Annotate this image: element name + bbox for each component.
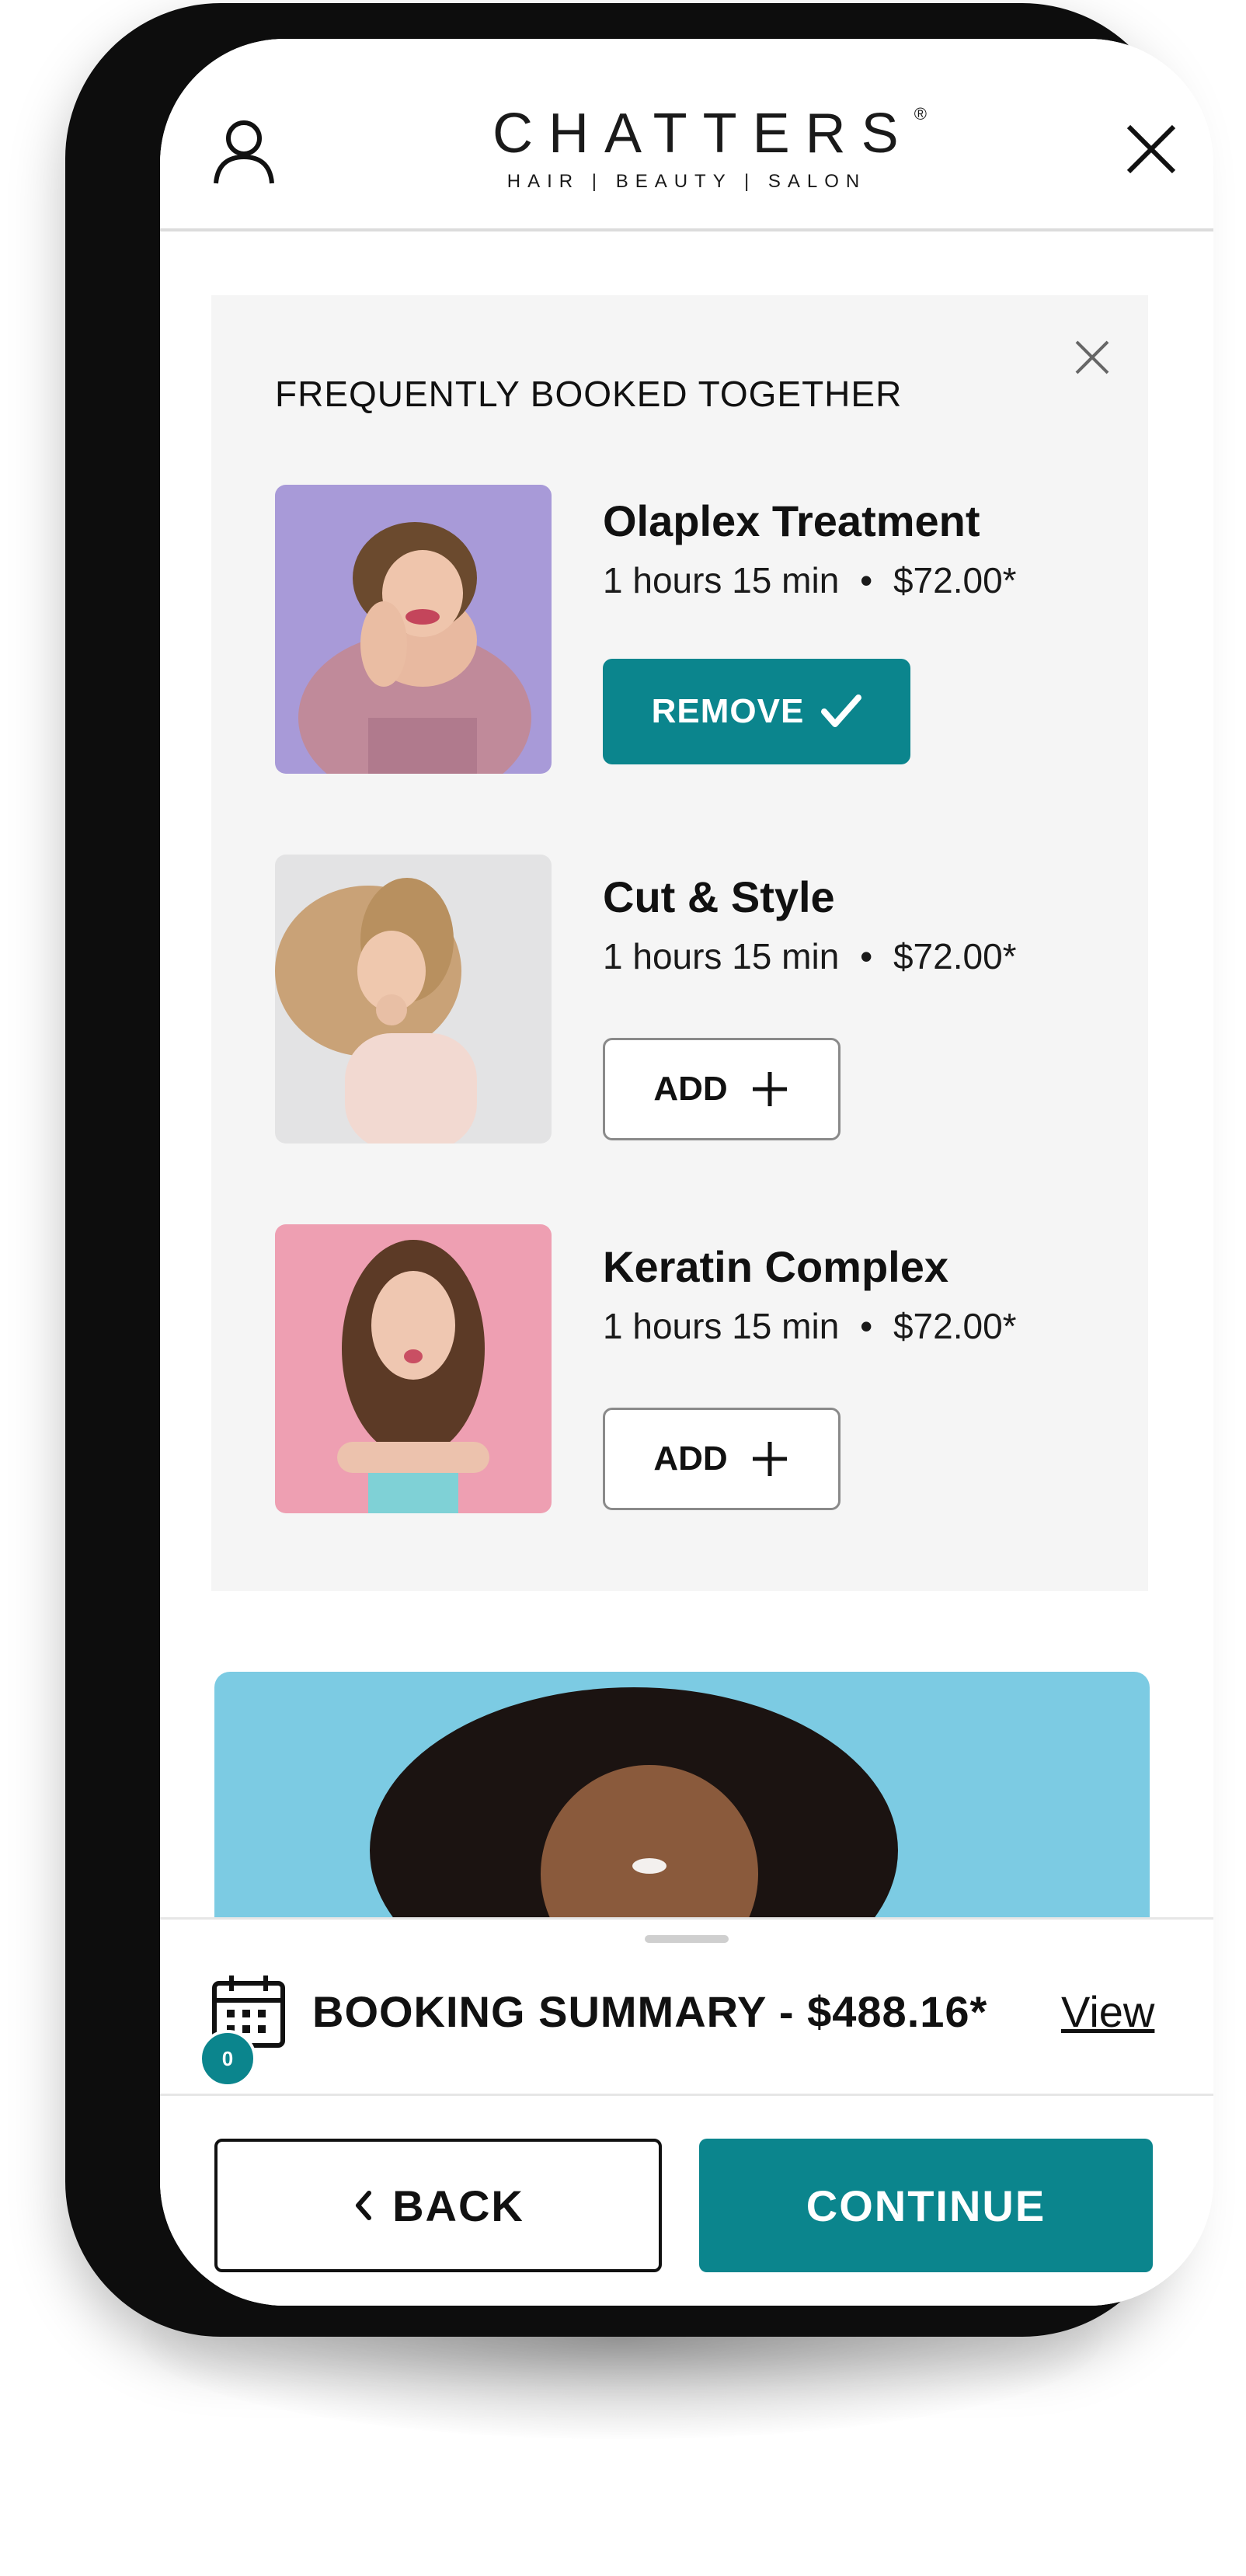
cart-count-badge: 0	[199, 2030, 256, 2087]
service-duration: 1 hours 15 min	[603, 560, 840, 600]
service-name-keratin: Keratin Complex	[603, 1242, 948, 1291]
service-duration: 1 hours 15 min	[603, 936, 840, 976]
continue-button[interactable]: CONTINUE	[699, 2139, 1153, 2272]
meta-separator: •	[860, 560, 873, 600]
add-button-keratin[interactable]: ADD	[603, 1408, 841, 1510]
booking-summary-bar: 0 BOOKING SUMMARY - $488.16* View BACK C…	[160, 1917, 1213, 2306]
remove-button-olaplex[interactable]: REMOVE	[603, 659, 910, 764]
drag-handle[interactable]	[645, 1935, 729, 1943]
phone-frame: CHATTERS® HAIR | BEAUTY | SALON FREQUENT…	[65, 3, 1213, 2337]
brand-tagline: HAIR | BEAUTY | SALON	[506, 171, 867, 192]
view-summary-link[interactable]: View	[1061, 1986, 1154, 2037]
brand-logo[interactable]: CHATTERS® HAIR | BEAUTY | SALON	[492, 106, 927, 193]
back-button[interactable]: BACK	[214, 2139, 662, 2272]
promo-banner-image	[214, 1672, 1150, 1920]
close-icon[interactable]	[1119, 117, 1184, 182]
service-meta-keratin: 1 hours 15 min • $72.00*	[603, 1305, 1017, 1347]
meta-separator: •	[860, 936, 873, 976]
service-meta-olaplex: 1 hours 15 min • $72.00*	[603, 559, 1017, 601]
meta-separator: •	[860, 1306, 873, 1346]
service-meta-cut-style: 1 hours 15 min • $72.00*	[603, 935, 1017, 977]
continue-button-label: CONTINUE	[806, 2181, 1046, 2230]
divider	[160, 2094, 1213, 2096]
brand-name: CHATTERS	[492, 103, 914, 165]
check-icon	[821, 694, 862, 727]
service-image-olaplex	[275, 485, 552, 774]
plus-icon	[752, 1072, 787, 1106]
remove-button-label: REMOVE	[651, 692, 805, 730]
service-duration: 1 hours 15 min	[603, 1306, 840, 1346]
plus-icon	[752, 1442, 787, 1476]
service-price: $72.00*	[893, 936, 1017, 976]
service-name-cut-style: Cut & Style	[603, 872, 835, 921]
app-header: CHATTERS® HAIR | BEAUTY | SALON	[160, 39, 1213, 231]
frequently-booked-panel: FREQUENTLY BOOKED TOGETHER Olaplex Treat…	[211, 295, 1148, 1591]
add-button-label: ADD	[653, 1439, 728, 1478]
booking-summary-label: BOOKING SUMMARY - $488.16*	[312, 1987, 988, 2036]
account-icon[interactable]	[207, 113, 281, 188]
service-image-keratin	[275, 1224, 552, 1513]
service-image-cut-style	[275, 855, 552, 1144]
service-price: $72.00*	[893, 1306, 1017, 1346]
service-name-olaplex: Olaplex Treatment	[603, 496, 980, 545]
panel-close-icon[interactable]	[1070, 336, 1114, 379]
app-screen: CHATTERS® HAIR | BEAUTY | SALON FREQUENT…	[160, 39, 1213, 2306]
add-button-label: ADD	[653, 1070, 728, 1108]
add-button-cut-style[interactable]: ADD	[603, 1038, 841, 1140]
back-button-label: BACK	[392, 2181, 524, 2230]
brand-registered: ®	[914, 104, 927, 124]
panel-title: FREQUENTLY BOOKED TOGETHER	[275, 374, 903, 414]
chevron-left-icon	[356, 2191, 372, 2220]
service-price: $72.00*	[893, 560, 1017, 600]
